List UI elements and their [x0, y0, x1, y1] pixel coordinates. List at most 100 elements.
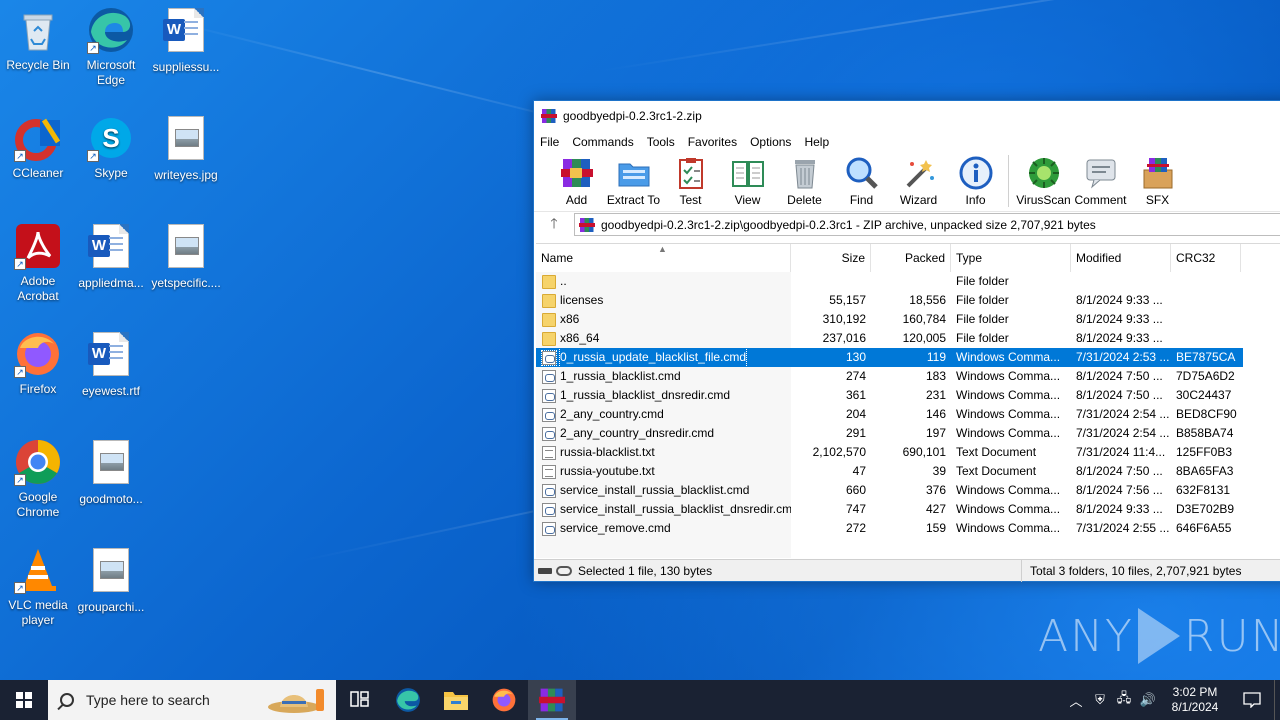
menu-help[interactable]: Help: [804, 135, 829, 149]
virusscan-button[interactable]: VirusScan: [1015, 153, 1072, 207]
comment-button[interactable]: Comment: [1072, 153, 1129, 207]
file-row[interactable]: 1_russia_blacklist_dnsredir.cmd 361 231 Win…: [536, 386, 1280, 405]
file-row[interactable]: service_install_russia_blacklist.cmd 660 3…: [536, 481, 1280, 500]
start-button[interactable]: [0, 680, 48, 720]
file-name: licenses: [560, 293, 604, 307]
test-button[interactable]: Test: [662, 153, 719, 207]
file-name: 2_any_country_dnsredir.cmd: [560, 426, 715, 440]
file-crc32: BED8CF90: [1176, 407, 1237, 421]
toolbar-label: Comment: [1074, 193, 1127, 207]
desktop-icon-recycle-bin[interactable]: Recycle Bin: [0, 6, 76, 73]
file-row[interactable]: 0_russia_update_blacklist_file.cmd 130 119…: [536, 348, 1243, 367]
task-view-button[interactable]: [336, 680, 384, 720]
info-button[interactable]: Info: [947, 153, 1004, 207]
file-row[interactable]: x86 310,192 160,784 File folder 8/1/2024 9:3…: [536, 310, 1280, 329]
show-desktop-button[interactable]: [1274, 680, 1280, 720]
file-row[interactable]: service_remove.cmd 272 159 Windows Comma...…: [536, 519, 1280, 538]
desktop-icon-skype[interactable]: S ↗ Skype: [73, 114, 149, 181]
file-row[interactable]: russia-youtube.txt 47 39 Text Document 8/1/2…: [536, 462, 1280, 481]
file-row[interactable]: 2_any_country.cmd 204 146 Windows Comma... 7…: [536, 405, 1280, 424]
file-row[interactable]: 1_russia_blacklist.cmd 274 183 Windows Comm…: [536, 367, 1280, 386]
info-icon: [959, 156, 993, 190]
folder-extract-icon: [617, 156, 651, 190]
file-row[interactable]: .. File folder: [536, 272, 1280, 291]
desktop-icon-label: suppliessu...: [152, 60, 220, 74]
menu-tools[interactable]: Tools: [647, 135, 675, 149]
file-row[interactable]: licenses 55,157 18,556 File folder 8/1/2024 …: [536, 291, 1280, 310]
desktop-icon-label: yetspecific....: [151, 276, 221, 290]
column-type[interactable]: Type: [951, 244, 1071, 272]
volume-icon[interactable]: 🔊: [1136, 692, 1160, 708]
drive-icon[interactable]: [538, 567, 552, 574]
desktop-icon-writeyes[interactable]: writeyes.jpg: [148, 114, 224, 183]
edge-icon: ↗: [87, 6, 135, 54]
path-field[interactable]: goodbyedpi-0.2.3rc1-2.zip\goodbyedpi-0.2…: [574, 213, 1280, 236]
clock[interactable]: 3:02 PM 8/1/2024: [1160, 685, 1230, 715]
desktop-icon-appliedma[interactable]: W appliedma...: [73, 222, 149, 291]
image-file-icon: [87, 548, 135, 596]
address-bar: 🡑 goodbyedpi-0.2.3rc1-2.zip\goodbyedpi-0…: [534, 211, 1280, 237]
desktop-icon-google-chrome[interactable]: ↗ Google Chrome: [0, 438, 76, 520]
taskbar-file-explorer[interactable]: [432, 680, 480, 720]
file-row[interactable]: x86_64 237,016 120,005 File folder 8/1/2024 …: [536, 329, 1280, 348]
column-packed[interactable]: Packed: [871, 244, 951, 272]
file-type: Windows Comma...: [956, 521, 1061, 535]
menu-file[interactable]: File: [540, 135, 559, 149]
notification-button[interactable]: [1230, 692, 1274, 708]
find-button[interactable]: Find: [833, 153, 890, 207]
status-right: Total 3 folders, 10 files, 2,707,921 byt…: [1022, 564, 1241, 578]
key-icon[interactable]: [556, 565, 572, 576]
desktop-icon-vlc[interactable]: ↗ VLC media player: [0, 546, 76, 628]
desktop-icon-adobe-acrobat[interactable]: ↗ Adobe Acrobat: [0, 222, 76, 304]
file-modified: 8/1/2024 9:33 ...: [1076, 293, 1163, 307]
up-arrow-icon[interactable]: 🡑: [534, 213, 574, 237]
sfx-button[interactable]: SFX: [1129, 153, 1186, 207]
ccleaner-icon: ↗: [14, 114, 62, 162]
file-row[interactable]: 2_any_country_dnsredir.cmd 291 197 Windows …: [536, 424, 1280, 443]
desktop-icon-yetspecific[interactable]: yetspecific....: [148, 222, 224, 291]
file-modified: 8/1/2024 9:33 ...: [1076, 502, 1163, 516]
menu-options[interactable]: Options: [750, 135, 791, 149]
column-size[interactable]: Size: [791, 244, 871, 272]
extract-to-button[interactable]: Extract To: [605, 153, 662, 207]
file-row[interactable]: russia-blacklist.txt 2,102,570 690,101 Text…: [536, 443, 1280, 462]
file-size: 274: [845, 369, 866, 383]
taskbar-firefox[interactable]: [480, 680, 528, 720]
menu-commands[interactable]: Commands: [572, 135, 633, 149]
column-crc32[interactable]: CRC32: [1171, 244, 1241, 272]
desktop-icon-microsoft-edge[interactable]: ↗ Microsoft Edge: [73, 6, 149, 88]
folder-icon: [542, 312, 556, 327]
desktop-icon-firefox[interactable]: ↗ Firefox: [0, 330, 76, 397]
menu-favorites[interactable]: Favorites: [688, 135, 737, 149]
view-button[interactable]: View: [719, 153, 776, 207]
total-status: Total 3 folders, 10 files, 2,707,921 byt…: [1030, 563, 1242, 578]
delete-button[interactable]: Delete: [776, 153, 833, 207]
desktop-icon-goodmoto[interactable]: goodmoto...: [73, 438, 149, 507]
search-icon: [60, 693, 74, 707]
file-list[interactable]: Name Size Packed Type Modified CRC32 ▲ .…: [536, 243, 1280, 558]
file-size: 55,157: [829, 293, 866, 307]
toolbar-label: Info: [965, 193, 986, 207]
desktop-icon-suppliessu[interactable]: W suppliessu...: [148, 6, 224, 75]
network-icon[interactable]: 🖧: [1112, 689, 1136, 711]
file-name-cell: 1_russia_blacklist_dnsredir.cmd: [536, 386, 791, 405]
window-titlebar[interactable]: goodbyedpi-0.2.3rc1-2.zip: [534, 101, 1280, 131]
chevron-up-icon[interactable]: ︿: [1064, 691, 1088, 710]
add-button[interactable]: Add: [548, 153, 605, 207]
winrar-window[interactable]: goodbyedpi-0.2.3rc1-2.zip File Commands …: [533, 100, 1280, 582]
desktop-icon-eyewest[interactable]: W eyewest.rtf: [73, 330, 149, 399]
taskbar-search[interactable]: Type here to search: [48, 680, 336, 720]
file-size: 2,102,570: [812, 445, 866, 459]
file-row[interactable]: service_install_russia_blacklist_dnsredi…: [536, 500, 1280, 519]
desktop-icon-grouparchi[interactable]: grouparchi...: [73, 546, 149, 615]
column-modified[interactable]: Modified: [1071, 244, 1171, 272]
security-icon[interactable]: ⛨: [1088, 692, 1112, 708]
file-name-cell: russia-youtube.txt: [536, 462, 791, 481]
taskbar-edge[interactable]: [384, 680, 432, 720]
wizard-button[interactable]: Wizard: [890, 153, 947, 207]
taskbar-winrar[interactable]: [528, 680, 576, 720]
word-document-icon: W: [162, 8, 210, 56]
desktop-icon-ccleaner[interactable]: ↗ CCleaner: [0, 114, 76, 181]
status-left: Selected 1 file, 130 bytes: [534, 559, 1022, 582]
clock-date: 8/1/2024: [1171, 700, 1219, 714]
